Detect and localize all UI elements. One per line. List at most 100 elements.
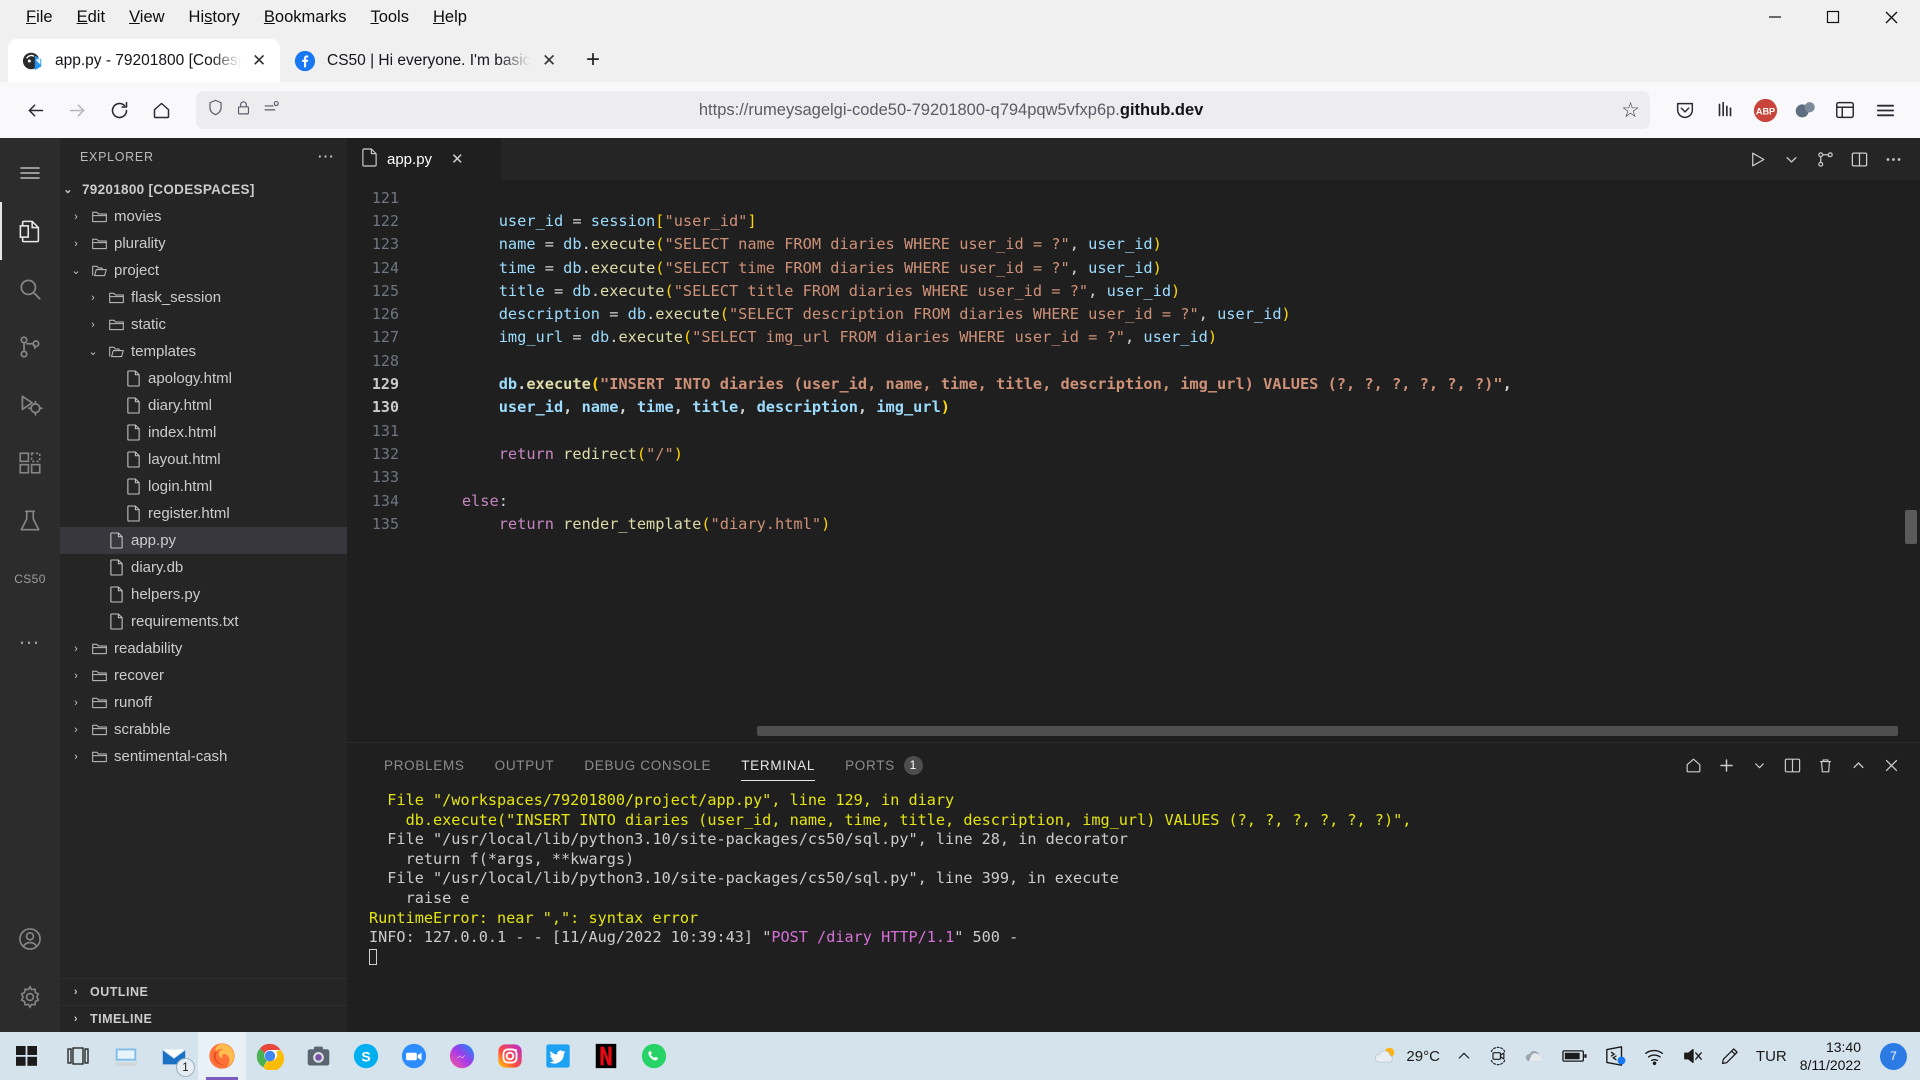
file-explorer-icon[interactable] (102, 1032, 150, 1080)
activity-more-icon[interactable]: … (0, 608, 60, 666)
sync-icon[interactable] (1597, 1032, 1635, 1080)
home-button[interactable] (142, 91, 180, 129)
tree-folder-templates[interactable]: ⌄ templates (60, 338, 347, 365)
tree-file-apology-html[interactable]: apology.html (60, 365, 347, 392)
tree-file-layout-html[interactable]: layout.html (60, 446, 347, 473)
split-editor-icon[interactable] (1844, 144, 1874, 174)
menu-help[interactable]: Help (421, 5, 479, 30)
tree-folder-sentimental-cash[interactable]: › sentimental-cash (60, 743, 347, 770)
wifi-icon[interactable] (1637, 1032, 1673, 1080)
activity-testing-icon[interactable] (0, 492, 60, 550)
lock-icon[interactable] (235, 99, 252, 121)
chevron-right-icon[interactable]: › (68, 697, 84, 709)
tree-folder-plurality[interactable]: › plurality (60, 230, 347, 257)
menu-file[interactable]: File (14, 5, 65, 30)
menu-edit[interactable]: Edit (65, 5, 117, 30)
skype-icon[interactable]: S (342, 1032, 390, 1080)
chevron-right-icon[interactable]: › (68, 751, 84, 763)
panel-tab-problems[interactable]: PROBLEMS (369, 743, 480, 787)
instagram-icon[interactable] (486, 1032, 534, 1080)
chrome-icon[interactable] (246, 1032, 294, 1080)
container-tab-icon[interactable] (1826, 91, 1864, 129)
pen-input-icon[interactable] (1713, 1032, 1747, 1080)
editor-tab-app-py[interactable]: app.py ✕ (347, 138, 502, 180)
app-menu-icon[interactable] (1866, 91, 1904, 129)
tree-file-requirements-txt[interactable]: requirements.txt (60, 608, 347, 635)
close-button[interactable] (1862, 0, 1920, 34)
forward-button[interactable] (58, 91, 96, 129)
tree-root[interactable]: ⌄ 79201800 [CODESPACES] (60, 176, 347, 203)
chevron-up-icon[interactable] (1843, 750, 1873, 780)
gear-icon[interactable] (0, 968, 60, 1026)
close-icon[interactable] (1876, 750, 1906, 780)
menu-view[interactable]: View (117, 5, 176, 30)
library-icon[interactable] (1706, 91, 1744, 129)
activity-source-control-icon[interactable] (0, 318, 60, 376)
activity-search-icon[interactable] (0, 260, 60, 318)
clock[interactable]: 13:40 8/11/2022 (1796, 1038, 1871, 1074)
activity-extensions-icon[interactable] (0, 434, 60, 492)
camera-privacy-icon[interactable] (1481, 1032, 1515, 1080)
tree-file-diary-html[interactable]: diary.html (60, 392, 347, 419)
browser-tab-1[interactable]: CS50 | Hi everyone. I'm basically ✕ (280, 39, 570, 82)
chevron-down-icon[interactable]: ⌄ (85, 345, 101, 358)
battery-icon[interactable] (1555, 1032, 1595, 1080)
url-bar[interactable]: https://rumeysagelgi-code50-79201800-q79… (196, 91, 1650, 129)
tree-folder-static[interactable]: › static (60, 311, 347, 338)
activity-explorer-icon[interactable] (0, 202, 60, 260)
zoom-icon[interactable] (390, 1032, 438, 1080)
tree-folder-readability[interactable]: › readability (60, 635, 347, 662)
notification-center-button[interactable]: 7 (1873, 1032, 1914, 1080)
sidebar-section-timeline[interactable]: › TIMELINE (60, 1005, 347, 1032)
volume-icon[interactable] (1675, 1032, 1711, 1080)
editor-horizontal-scrollbar[interactable] (757, 726, 1898, 736)
onedrive-icon[interactable] (1517, 1032, 1553, 1080)
firefox-icon[interactable] (198, 1032, 246, 1080)
windows-start-icon[interactable] (0, 1044, 54, 1068)
editor-more-icon[interactable] (1878, 144, 1908, 174)
sidebar-section-outline[interactable]: › OUTLINE (60, 978, 347, 1005)
camera-icon[interactable] (294, 1032, 342, 1080)
tree-file-helpers-py[interactable]: helpers.py (60, 581, 347, 608)
tree-folder-runoff[interactable]: › runoff (60, 689, 347, 716)
whatsapp-icon[interactable] (630, 1032, 678, 1080)
twitter-icon[interactable] (534, 1032, 582, 1080)
language-indicator[interactable]: TUR (1749, 1032, 1794, 1080)
tree-file-index-html[interactable]: index.html (60, 419, 347, 446)
editor-tab-close-icon[interactable]: ✕ (451, 150, 464, 168)
show-hidden-icons-button[interactable] (1449, 1032, 1479, 1080)
tree-file-login-html[interactable]: login.html (60, 473, 347, 500)
accounts-icon[interactable] (0, 910, 60, 968)
adblock-icon[interactable]: ABP (1746, 91, 1784, 129)
tab-close-icon-0[interactable]: ✕ (252, 52, 268, 69)
browser-tab-0[interactable]: app.py - 79201800 [Codespaces ✕ (8, 39, 280, 82)
code-editor[interactable]: 121 122 user_id = session["user_id"] 123 n… (347, 180, 1920, 742)
run-icon[interactable] (1742, 144, 1772, 174)
split-git-icon[interactable] (1810, 144, 1840, 174)
new-terminal-icon[interactable] (1711, 750, 1741, 780)
mail-icon[interactable]: 1 (150, 1032, 198, 1080)
tree-file-register-html[interactable]: register.html (60, 500, 347, 527)
chevron-down-icon[interactable] (1776, 144, 1806, 174)
panel-tab-terminal[interactable]: TERMINAL (726, 743, 830, 787)
tree-folder-scrabble[interactable]: › scrabble (60, 716, 347, 743)
permissions-icon[interactable] (262, 98, 281, 122)
chevron-right-icon[interactable]: › (68, 238, 84, 250)
menu-history[interactable]: History (177, 5, 252, 30)
explorer-more-actions[interactable]: ⋯ (317, 147, 335, 167)
maximize-button[interactable] (1804, 0, 1862, 34)
reload-button[interactable] (100, 91, 138, 129)
tab-close-icon-1[interactable]: ✕ (542, 52, 558, 69)
tree-file-app-py[interactable]: app.py (60, 527, 347, 554)
chevron-right-icon[interactable]: › (68, 724, 84, 736)
pocket-icon[interactable] (1666, 91, 1704, 129)
new-tab-button[interactable]: + (570, 46, 616, 82)
tree-folder-movies[interactable]: › movies (60, 203, 347, 230)
panel-tab-output[interactable]: OUTPUT (480, 743, 570, 787)
menu-bookmarks[interactable]: Bookmarks (252, 5, 359, 30)
tree-folder-flask-session[interactable]: › flask_session (60, 284, 347, 311)
editor-vertical-scrollbar[interactable] (1905, 510, 1917, 544)
tree-file-diary-db[interactable]: diary.db (60, 554, 347, 581)
back-button[interactable] (16, 91, 54, 129)
chevron-right-icon[interactable]: › (68, 643, 84, 655)
